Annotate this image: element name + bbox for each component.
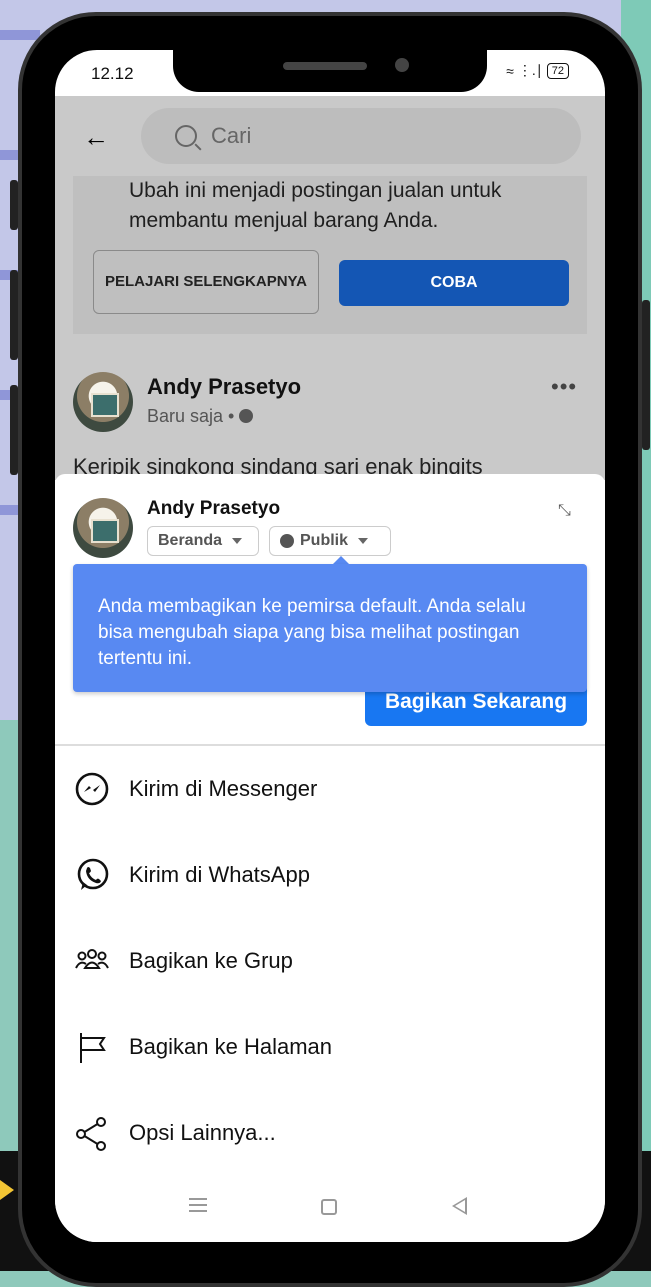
search-icon [175,125,197,147]
avatar[interactable] [73,372,133,432]
camera [395,58,409,72]
page-flag-icon [73,1028,111,1066]
menu-label: Bagikan ke Halaman [129,1034,333,1059]
caret-down-icon [232,538,243,544]
try-button[interactable]: COBA [339,260,569,306]
caret-down-icon [358,538,369,544]
share-icon [73,1114,111,1152]
globe-icon [280,534,294,548]
background-stripe [0,30,40,40]
search-placeholder: Cari [211,123,252,148]
menu-label: Opsi Lainnya... [129,1120,276,1145]
tooltip-text: Anda membagikan ke pemirsa default. Anda… [98,596,526,669]
destination-selector[interactable]: Beranda [147,526,259,556]
signal-icon: ⋮.∣ [517,62,543,78]
post-author[interactable]: Andy Prasetyo [147,374,301,400]
menu-item-page[interactable]: Bagikan ke Halaman [55,1017,605,1077]
speaker [283,62,367,70]
phone-side-button [10,180,18,230]
promo-text: Ubah ini menjadi postingan jualan untuk … [129,179,502,232]
battery-icon: 72 [546,62,569,79]
menu-label: Bagikan ke Grup [129,948,293,973]
menu-item-more-options[interactable]: Opsi Lainnya... [55,1103,605,1163]
menu-item-group[interactable]: Bagikan ke Grup [55,931,605,991]
phone-screen: 12.12 ≈ ⋮.∣ 72 ← Cari Ubah ini menjadi p… [55,50,605,1242]
notch [173,50,487,92]
share-avatar [73,498,133,558]
audience-selector[interactable]: Publik [269,526,391,556]
menu-label: Kirim di Messenger [129,776,318,801]
more-options-icon[interactable]: ••• [551,374,577,400]
audience-label: Publik [300,532,349,549]
back-arrow-icon[interactable]: ← [83,122,109,153]
divider [55,744,605,746]
phone-side-button [10,270,18,360]
menu-item-whatsapp[interactable]: Kirim di WhatsApp [55,845,605,905]
whatsapp-icon [73,856,111,894]
phone-side-button [10,385,18,475]
status-time: 12.12 [91,64,134,83]
menu-item-messenger[interactable]: Kirim di Messenger [55,759,605,819]
back-triangle-icon[interactable] [452,1197,467,1215]
phone-power-button [642,300,650,450]
background-yellow-shape [0,1180,14,1200]
messenger-icon [73,770,111,808]
system-nav-bar [55,1180,605,1230]
search-bar[interactable]: Cari [141,108,581,164]
recent-apps-icon[interactable] [189,1198,207,1212]
expand-icon[interactable]: ⤡ [558,502,571,520]
menu-label: Kirim di WhatsApp [129,862,310,887]
group-icon [73,942,111,980]
home-icon[interactable] [321,1199,337,1215]
destination-label: Beranda [158,532,223,549]
post-meta: Baru saja • [147,406,254,427]
wifi-icon: ≈ [506,62,514,79]
status-icons: ≈ ⋮.∣ 72 [506,62,569,79]
learn-more-button[interactable]: PELAJARI SELENGKAPNYA [93,250,319,314]
globe-icon [239,409,254,423]
post-time: Baru saja • [147,406,235,426]
share-author: Andy Prasetyo [147,498,281,519]
